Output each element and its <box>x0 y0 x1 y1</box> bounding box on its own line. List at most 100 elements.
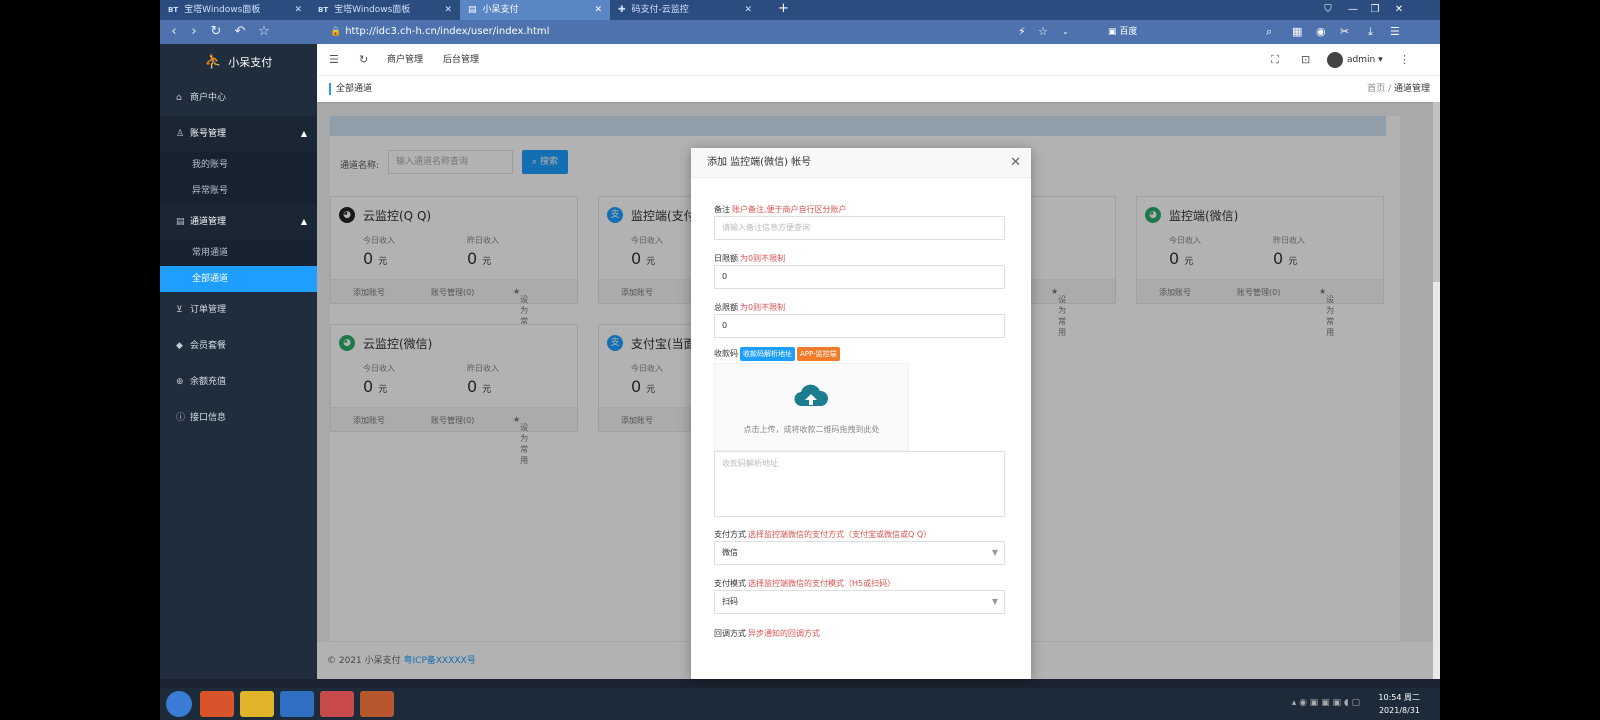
close-tab-icon[interactable]: ✕ <box>294 0 302 20</box>
app-monitor-tag[interactable]: APP-监控端 <box>797 347 840 361</box>
sidebar: ⛹ 小呆支付 ⌂ 商户中心 ♙ 账号管理 ▲ 我的账号 异常账号 ▤ 通道管理 ▲ 常用通道… <box>160 44 317 679</box>
diamond-icon: ◆ <box>176 341 183 351</box>
total-limit-input[interactable]: 0 <box>714 314 1005 338</box>
breadcrumb: 首页 / 通道管理 <box>1367 84 1430 94</box>
more-icon[interactable]: ⋮ <box>1399 44 1410 76</box>
restore-button[interactable]: ❐ <box>1364 0 1386 20</box>
refresh-icon[interactable]: ↻ <box>359 44 368 76</box>
sidebar-sub-my-accounts[interactable]: 我的账号 <box>160 152 317 178</box>
scrollbar[interactable] <box>1433 102 1440 679</box>
pay-mode-select[interactable]: 扫码 ▼ <box>714 590 1005 614</box>
chevron-down-icon[interactable]: ⌄ <box>1062 22 1069 42</box>
avatar <box>1327 51 1343 68</box>
sidebar-item-merchant-center[interactable]: ⌂ 商户中心 <box>160 80 317 116</box>
close-tab-icon[interactable]: ✕ <box>744 0 752 20</box>
chevron-up-icon: ▲ <box>300 129 307 138</box>
app-icon[interactable] <box>240 691 274 717</box>
lightning-icon[interactable]: ⚡ <box>1018 22 1026 42</box>
user-icon: ♙ <box>176 129 185 139</box>
back-icon[interactable]: ‹ <box>164 22 184 42</box>
user-menu[interactable]: admin ▾ <box>1327 44 1383 76</box>
wifi-icon[interactable]: ◉ <box>1316 22 1326 42</box>
hamburger-icon[interactable]: ☰ <box>329 44 339 76</box>
submenu-channels: 常用通道 全部通道 <box>160 240 317 292</box>
nav-admin-management[interactable]: 后台管理 <box>443 44 479 76</box>
system-tray[interactable]: ▴ ◉ ▣ ▣ ▣ ◖ ▢ <box>1292 698 1360 708</box>
add-account-dialog: 添加 监控端(微信) 帐号 ✕ 备注 账户备注,便于商户自行区分账户 请输入备注信… <box>691 148 1031 679</box>
tab-label: 宝塔Windows面板 <box>334 5 411 15</box>
close-tab-icon[interactable]: ✕ <box>594 0 602 20</box>
caret-down-icon: ▼ <box>991 597 998 606</box>
breadcrumb-home[interactable]: 首页 <box>1367 84 1385 94</box>
remark-label: 备注 账户备注,便于商户自行区分账户 <box>714 205 847 214</box>
remark-input[interactable]: 请输入备注信息方便查询 <box>714 216 1005 240</box>
address-bar: ‹ › ↻ ↶ ☆ 🔒 http://idc3.ch-h.cn/index/use… <box>160 20 1440 44</box>
sidebar-item-membership[interactable]: ◆ 会员套餐 <box>160 328 317 364</box>
app: ⛹ 小呆支付 ⌂ 商户中心 ♙ 账号管理 ▲ 我的账号 异常账号 ▤ 通道管理 ▲ 常用通道… <box>160 44 1440 679</box>
sidebar-item-orders[interactable]: ⊻ 订单管理 <box>160 292 317 328</box>
qrcode-parse-tag[interactable]: 收款码解析地址 <box>740 347 795 361</box>
start-button[interactable] <box>166 691 192 717</box>
page-title: 全部通道 <box>329 83 372 95</box>
tab-label: 宝塔Windows面板 <box>184 5 261 15</box>
browser-tab-active[interactable]: ▤ 小呆支付 ✕ <box>460 0 610 20</box>
search-engine[interactable]: ▣ 百度 <box>1108 25 1137 39</box>
sidebar-item-recharge[interactable]: ⊕ 余额充值 <box>160 364 317 400</box>
cloud-upload-icon <box>794 384 829 407</box>
sidebar-item-channel-management[interactable]: ▤ 通道管理 ▲ <box>160 204 317 240</box>
search-icon[interactable]: ⌕ <box>1266 22 1272 42</box>
close-tab-icon[interactable]: ✕ <box>444 0 452 20</box>
app-icon[interactable] <box>320 691 354 717</box>
reload-icon[interactable]: ↻ <box>206 22 226 42</box>
scrollbar-thumb[interactable] <box>1433 102 1440 282</box>
qrcode-url-textarea[interactable]: 收款码解析地址 <box>714 451 1005 517</box>
bookmark-star-icon[interactable]: ☆ <box>1038 22 1048 42</box>
app-icon[interactable] <box>280 691 314 717</box>
caret-down-icon: ▾ <box>1378 55 1383 65</box>
download-icon[interactable]: ⤓ <box>1368 22 1373 42</box>
scissors-icon[interactable]: ✂ <box>1340 22 1349 42</box>
fullscreen-icon[interactable]: ⛶ <box>1271 44 1279 76</box>
close-icon[interactable]: ✕ <box>1010 148 1021 178</box>
pay-mode-label: 支付模式 选择监控端微信的支付模式（H5或扫码） <box>714 579 896 588</box>
qrcode-upload-area[interactable]: 点击上传，或将收款二维码拖拽到此处 <box>714 363 909 451</box>
screen: BT 宝塔Windows面板 ✕ BT 宝塔Windows面板 ✕ ▤ 小呆支付 ✕ ✚ 码支… <box>160 0 1440 720</box>
breadcrumb-bar: 全部通道 首页 / 通道管理 <box>317 76 1440 102</box>
upload-hint: 点击上传，或将收款二维码拖拽到此处 <box>743 425 880 434</box>
qrcode-label: 收款码 收款码解析地址 APP-监控端 <box>714 347 840 361</box>
nav-merchant-management[interactable]: 商户管理 <box>387 44 423 76</box>
star-icon[interactable]: ☆ <box>254 22 274 42</box>
sidebar-sub-common-channels[interactable]: 常用通道 <box>160 240 317 266</box>
pay-method-select[interactable]: 微信 ▼ <box>714 541 1005 565</box>
apps-icon[interactable]: ▦ <box>1292 22 1302 42</box>
close-window-button[interactable]: ✕ <box>1388 0 1410 20</box>
menu-icon[interactable]: ☰ <box>1390 22 1400 42</box>
shield-icon[interactable]: ⛉ <box>1317 0 1339 20</box>
sidebar-sub-abnormal-accounts[interactable]: 异常账号 <box>160 178 317 204</box>
new-tab-button[interactable]: + <box>778 0 789 18</box>
callback-label: 回调方式 异步通知的回调方式 <box>714 629 820 638</box>
undo-icon[interactable]: ↶ <box>230 22 250 42</box>
home-icon: ⌂ <box>176 93 182 103</box>
cart-icon: ⊻ <box>176 305 183 315</box>
url-field[interactable]: 🔒 http://idc3.ch-h.cn/index/user/index.ht… <box>330 23 549 41</box>
sidebar-item-api-info[interactable]: ⓘ 接口信息 <box>160 400 317 436</box>
caret-down-icon: ▼ <box>991 548 998 557</box>
clock[interactable]: 10:54 周二 2021/8/31 <box>1378 691 1420 717</box>
app-icon[interactable] <box>360 691 394 717</box>
minimize-button[interactable]: — <box>1342 0 1364 20</box>
forward-icon[interactable]: › <box>184 22 204 42</box>
logo-icon: ⛹ <box>204 54 223 70</box>
sidebar-item-account-management[interactable]: ♙ 账号管理 ▲ <box>160 116 317 152</box>
brand[interactable]: ⛹ 小呆支付 <box>160 44 317 80</box>
chrome-app-icon[interactable] <box>200 691 234 717</box>
lock-screen-icon[interactable]: ⊡ <box>1301 44 1310 76</box>
browser-tab[interactable]: BT 宝塔Windows面板 ✕ <box>160 0 310 20</box>
pay-method-label: 支付方式 选择监控端微信的支付方式（支付宝或微信或Q Q） <box>714 530 932 539</box>
browser-tab[interactable]: ✚ 码支付-云监控 ✕ <box>610 0 760 20</box>
info-icon: ⓘ <box>176 413 186 423</box>
browser-tab[interactable]: BT 宝塔Windows面板 ✕ <box>310 0 460 20</box>
top-header: ☰ ↻ 商户管理 后台管理 ⛶ ⊡ admin ▾ ⋮ <box>317 44 1440 76</box>
sidebar-sub-all-channels[interactable]: 全部通道 <box>160 266 317 292</box>
daily-limit-input[interactable]: 0 <box>714 265 1005 289</box>
